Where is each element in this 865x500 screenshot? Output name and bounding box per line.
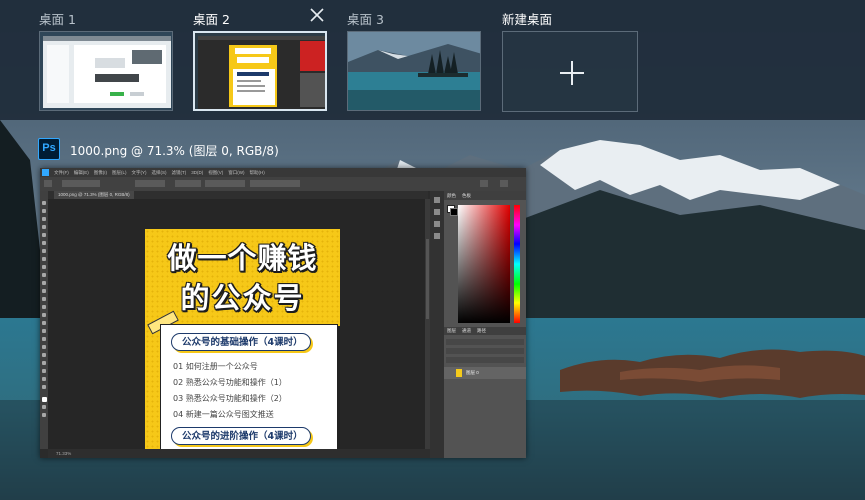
ps-status-bar: 71.33% — [48, 449, 430, 458]
ps-menu-list: 文件(F) 编辑(E) 图像(I) 图层(L) 文字(Y) 选择(S) 滤镜(T) 3D(D)… — [54, 168, 270, 177]
ps-menu-item: 视图(V) — [208, 170, 224, 175]
layers-filter-row — [446, 339, 524, 345]
ps-option-field — [135, 180, 165, 187]
search-icon — [480, 180, 488, 187]
ps-menu-item: 文件(F) — [54, 170, 69, 175]
new-desktop-button[interactable] — [502, 31, 638, 112]
move-tool-icon — [44, 180, 52, 187]
layer-thumbnail — [456, 369, 462, 377]
ps-panel-icons — [430, 191, 444, 458]
color-picker-field — [458, 205, 510, 323]
ps-toolbar — [40, 191, 48, 449]
lesson-item: 03 熟悉公众号功能和操作（2） — [173, 394, 287, 403]
tab-paths: 路径 — [477, 328, 486, 333]
ps-menu-item: 窗口(W) — [228, 170, 245, 175]
window-title: 1000.png @ 71.3% (图层 0, RGB/8) — [70, 144, 279, 158]
lesson-item: 02 熟悉公众号功能和操作（1） — [173, 378, 287, 387]
poster-title-line2: 的公众号 — [180, 281, 305, 315]
close-icon[interactable] — [309, 7, 325, 23]
tab-layers: 图层 — [447, 328, 456, 333]
desktop-1-label: 桌面 1 — [39, 12, 76, 27]
lesson-item: 01 如何注册一个公众号 — [173, 362, 258, 371]
new-desktop-label: 新建桌面 — [502, 12, 553, 27]
ps-option-dropdown — [62, 180, 100, 187]
virtual-desktop-strip: 桌面 1 桌面 2 桌面 3 新建桌面 — [0, 0, 865, 120]
ps-menubar: 文件(F) 编辑(E) 图像(I) 图层(L) 文字(Y) 选择(S) 滤镜(T) 3D(D)… — [40, 168, 526, 177]
tab-color: 颜色 — [447, 193, 456, 198]
course-card: 公众号的基础操作（4课时） 01 如何注册一个公众号 02 熟悉公众号功能和操作… — [160, 324, 338, 458]
ps-options-bar — [40, 177, 526, 192]
layer-name: 图层 0 — [466, 370, 479, 375]
ps-menu-item: 编辑(E) — [73, 170, 89, 175]
desktop-2-label: 桌面 2 — [193, 12, 230, 27]
ps-menu-item: 图像(I) — [93, 170, 107, 175]
desktop-2-thumbnail[interactable] — [193, 31, 327, 111]
lesson-item: 04 新建一篇公众号图文推送 — [173, 410, 274, 419]
ps-menu-item: 选择(S) — [151, 170, 167, 175]
tab-swatches: 色板 — [462, 193, 471, 198]
background-color-swatch — [450, 208, 458, 216]
layers-lock-row — [446, 357, 524, 363]
ps-canvas: 做一个赚钱 的公众号 公众号的基础操作（4课时） 01 如何注册一个公众号 02… — [48, 199, 428, 458]
section-heading-basic: 公众号的基础操作（4课时） — [171, 333, 311, 351]
ps-document-tabs: 1000.png @ 71.3% (图层 0, RGB/8) — [48, 191, 428, 199]
ps-option-field — [205, 180, 245, 187]
ps-side-panels: 颜色 色板 图层 通道 路径 图层 0 — [444, 191, 526, 458]
ps-option-field — [175, 180, 201, 187]
color-panel-tabs: 颜色 色板 — [444, 191, 526, 200]
plus-icon — [560, 61, 584, 85]
desktop-3-thumbnail[interactable] — [347, 31, 481, 111]
ps-option-field — [250, 180, 300, 187]
ps-menu-item: 图层(L) — [112, 170, 127, 175]
layer-row: 图层 0 — [444, 367, 526, 379]
ps-document-tab: 1000.png @ 71.3% (图层 0, RGB/8) — [54, 191, 134, 199]
poster-title-line1: 做一个赚钱 — [167, 241, 318, 275]
ps-menu-item: 文字(Y) — [131, 170, 147, 175]
workspace-icon — [500, 180, 508, 187]
ps-menu-item: 3D(D) — [191, 170, 204, 175]
poster-image: 做一个赚钱 的公众号 公众号的基础操作（4课时） 01 如何注册一个公众号 02… — [145, 229, 340, 458]
ps-logo-icon — [42, 169, 49, 176]
photoshop-window-preview[interactable]: 文件(F) 编辑(E) 图像(I) 图层(L) 文字(Y) 选择(S) 滤镜(T) 3D(D)… — [40, 168, 526, 458]
layers-blend-row — [446, 348, 524, 354]
ps-menu-item: 滤镜(T) — [171, 170, 187, 175]
photoshop-icon: Ps — [38, 138, 60, 160]
ps-zoom-readout: 71.33% — [56, 451, 72, 456]
tab-channels: 通道 — [462, 328, 471, 333]
section-heading-advanced: 公众号的进阶操作（4课时） — [171, 427, 311, 445]
desktop-3-label: 桌面 3 — [347, 12, 384, 27]
ps-menu-item: 帮助(H) — [249, 170, 265, 175]
layers-panel-tabs: 图层 通道 路径 — [444, 327, 526, 335]
hue-slider — [514, 205, 520, 323]
desktop-1-thumbnail[interactable] — [39, 31, 173, 111]
